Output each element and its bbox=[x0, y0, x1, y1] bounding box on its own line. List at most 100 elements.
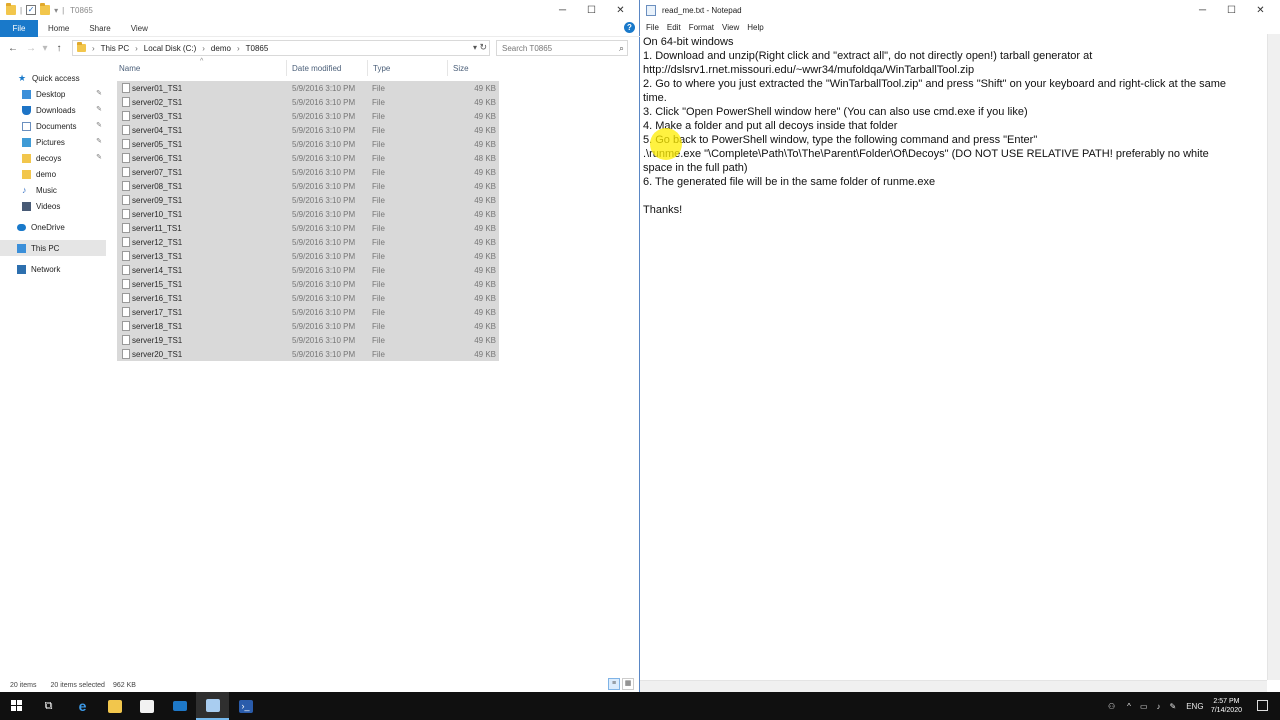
search-box[interactable]: ⌕ bbox=[496, 40, 628, 56]
sidebar-item-desktop[interactable]: Desktop ✎ bbox=[0, 86, 106, 102]
table-row[interactable]: server03_TS1 5/9/2016 3:10 PM File 49 KB bbox=[117, 109, 499, 123]
breadcrumb-local-disk[interactable]: Local Disk (C:) bbox=[144, 44, 196, 53]
close-button[interactable]: ✕ bbox=[606, 0, 635, 20]
notepad-text-area[interactable]: On 64-bit windows 1. Download and unzip(R… bbox=[640, 34, 1267, 680]
table-row[interactable]: server02_TS1 5/9/2016 3:10 PM File 49 KB bbox=[117, 95, 499, 109]
refresh-icon[interactable]: ↻ bbox=[479, 42, 487, 53]
sidebar-item-decoys[interactable]: decoys ✎ bbox=[0, 150, 106, 166]
column-header-date-modified[interactable]: Date modified bbox=[292, 64, 341, 73]
sidebar-item-demo[interactable]: demo bbox=[0, 166, 106, 182]
up-arrow-icon[interactable]: ↑ bbox=[50, 43, 68, 54]
table-row[interactable]: server01_TS1 5/9/2016 3:10 PM File 49 KB bbox=[117, 81, 499, 95]
properties-icon[interactable]: ✓ bbox=[26, 5, 37, 15]
maximize-button[interactable]: ☐ bbox=[577, 0, 606, 20]
task-view-button[interactable]: ⧉ bbox=[32, 692, 65, 720]
menu-file[interactable]: File bbox=[646, 23, 659, 32]
tab-file[interactable]: File bbox=[0, 19, 38, 37]
customize-toolbar-icon[interactable]: ▾ bbox=[54, 6, 58, 15]
breadcrumb-demo[interactable]: demo bbox=[211, 44, 231, 53]
table-row[interactable]: server12_TS1 5/9/2016 3:10 PM File 49 KB bbox=[117, 235, 499, 249]
table-row[interactable]: server16_TS1 5/9/2016 3:10 PM File 49 KB bbox=[117, 291, 499, 305]
file-name: server19_TS1 bbox=[132, 335, 183, 345]
mail-button[interactable] bbox=[163, 692, 196, 720]
edge-button[interactable]: e bbox=[66, 692, 99, 720]
action-center-icon[interactable] bbox=[1257, 700, 1268, 711]
maximize-button[interactable]: ☐ bbox=[1217, 0, 1246, 20]
file-size: 49 KB bbox=[474, 83, 496, 93]
forward-arrow-icon[interactable]: → bbox=[22, 43, 40, 54]
start-button[interactable] bbox=[0, 692, 33, 720]
breadcrumb-this-pc[interactable]: This PC bbox=[101, 44, 129, 53]
vertical-scrollbar[interactable] bbox=[1267, 34, 1280, 680]
back-arrow-icon[interactable]: ← bbox=[4, 43, 22, 54]
column-header-name[interactable]: Name bbox=[119, 64, 140, 73]
pin-icon: ✎ bbox=[96, 154, 102, 161]
table-row[interactable]: server06_TS1 5/9/2016 3:10 PM File 48 KB bbox=[117, 151, 499, 165]
minimize-button[interactable]: ─ bbox=[548, 0, 577, 20]
table-row[interactable]: server17_TS1 5/9/2016 3:10 PM File 49 KB bbox=[117, 305, 499, 319]
sidebar-item-downloads[interactable]: Downloads ✎ bbox=[0, 102, 106, 118]
column-header-type[interactable]: Type bbox=[373, 64, 390, 73]
horizontal-scrollbar[interactable] bbox=[640, 680, 1267, 692]
file-icon bbox=[122, 167, 130, 177]
notepad-title: read_me.txt - Notepad bbox=[662, 5, 742, 15]
tab-share[interactable]: Share bbox=[79, 20, 120, 37]
search-icon: ⌕ bbox=[618, 43, 624, 53]
sidebar-item-videos[interactable]: Videos bbox=[0, 198, 106, 214]
table-row[interactable]: server14_TS1 5/9/2016 3:10 PM File 49 KB bbox=[117, 263, 499, 277]
table-row[interactable]: server20_TS1 5/9/2016 3:10 PM File 49 KB bbox=[117, 347, 499, 361]
column-header-size[interactable]: Size bbox=[453, 64, 469, 73]
table-row[interactable]: server10_TS1 5/9/2016 3:10 PM File 49 KB bbox=[117, 207, 499, 221]
people-icon[interactable]: ⚇ bbox=[1108, 702, 1115, 711]
table-row[interactable]: server07_TS1 5/9/2016 3:10 PM File 49 KB bbox=[117, 165, 499, 179]
file-type: File bbox=[372, 153, 385, 163]
menu-view[interactable]: View bbox=[722, 23, 739, 32]
breadcrumb-t0865[interactable]: T0865 bbox=[246, 44, 269, 53]
powershell-button[interactable]: ›_ bbox=[229, 692, 262, 720]
large-icons-view-icon[interactable]: ▦ bbox=[622, 678, 634, 690]
show-hidden-icons-icon[interactable]: ^ bbox=[1127, 702, 1131, 711]
pen-icon[interactable]: ✎ bbox=[1170, 702, 1177, 711]
minimize-button[interactable]: ─ bbox=[1188, 0, 1217, 20]
network-status-icon[interactable]: ▭ bbox=[1140, 702, 1148, 711]
tab-home[interactable]: Home bbox=[38, 20, 79, 37]
recent-locations-icon[interactable]: ▾ bbox=[40, 43, 50, 54]
sidebar-item-pictures[interactable]: Pictures ✎ bbox=[0, 134, 106, 150]
tab-view[interactable]: View bbox=[121, 20, 158, 37]
table-row[interactable]: server11_TS1 5/9/2016 3:10 PM File 49 KB bbox=[117, 221, 499, 235]
table-row[interactable]: server05_TS1 5/9/2016 3:10 PM File 49 KB bbox=[117, 137, 499, 151]
menu-format[interactable]: Format bbox=[689, 23, 714, 32]
file-type: File bbox=[372, 209, 385, 219]
file-explorer-button[interactable] bbox=[98, 692, 131, 720]
table-row[interactable]: server13_TS1 5/9/2016 3:10 PM File 49 KB bbox=[117, 249, 499, 263]
table-row[interactable]: server08_TS1 5/9/2016 3:10 PM File 49 KB bbox=[117, 179, 499, 193]
table-row[interactable]: server18_TS1 5/9/2016 3:10 PM File 49 KB bbox=[117, 319, 499, 333]
volume-icon[interactable]: ♪ bbox=[1157, 702, 1161, 711]
sidebar-item-documents[interactable]: Documents ✎ bbox=[0, 118, 106, 134]
close-button[interactable]: ✕ bbox=[1246, 0, 1275, 20]
menu-help[interactable]: Help bbox=[747, 23, 763, 32]
clock[interactable]: 2:57 PM 7/14/2020 bbox=[1211, 697, 1242, 715]
language-indicator[interactable]: ENG bbox=[1186, 702, 1203, 711]
sidebar-item-onedrive[interactable]: OneDrive bbox=[0, 219, 106, 235]
sidebar-item-quick-access[interactable]: ★ Quick access bbox=[0, 70, 106, 86]
details-view-icon[interactable]: ≡ bbox=[608, 678, 620, 690]
sidebar-item-network[interactable]: Network bbox=[0, 261, 106, 277]
search-input[interactable] bbox=[502, 43, 612, 53]
address-dropdown-icon[interactable]: ▾ bbox=[473, 43, 477, 52]
menu-edit[interactable]: Edit bbox=[667, 23, 681, 32]
file-size: 49 KB bbox=[474, 125, 496, 135]
file-date: 5/9/2016 3:10 PM bbox=[292, 209, 356, 219]
table-row[interactable]: server09_TS1 5/9/2016 3:10 PM File 49 KB bbox=[117, 193, 499, 207]
table-row[interactable]: server15_TS1 5/9/2016 3:10 PM File 49 KB bbox=[117, 277, 499, 291]
store-button[interactable] bbox=[130, 692, 163, 720]
help-icon[interactable]: ? bbox=[624, 22, 635, 33]
table-row[interactable]: server19_TS1 5/9/2016 3:10 PM File 49 KB bbox=[117, 333, 499, 347]
address-bar[interactable]: › This PC › Local Disk (C:) › demo › T08… bbox=[72, 40, 490, 56]
new-folder-icon[interactable] bbox=[40, 3, 51, 15]
notepad-taskbar-button[interactable] bbox=[196, 692, 229, 720]
sidebar-item-music[interactable]: ♪ Music bbox=[0, 182, 106, 198]
clock-date: 7/14/2020 bbox=[1210, 707, 1242, 714]
table-row[interactable]: server04_TS1 5/9/2016 3:10 PM File 49 KB bbox=[117, 123, 499, 137]
sidebar-item-this-pc[interactable]: This PC bbox=[0, 240, 106, 256]
